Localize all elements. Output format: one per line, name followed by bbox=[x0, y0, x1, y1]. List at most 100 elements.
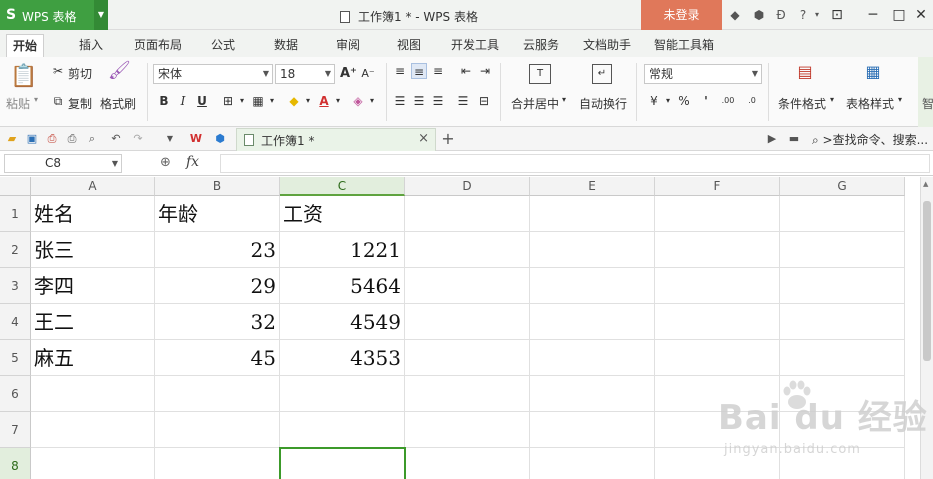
cell-e4[interactable] bbox=[530, 304, 655, 340]
table-style-dropdown-icon[interactable]: ▾ bbox=[898, 95, 902, 104]
currency-dropdown-icon[interactable]: ▾ bbox=[660, 93, 676, 109]
column-header-e[interactable]: E bbox=[530, 177, 655, 196]
copy-icon[interactable]: ⧉ bbox=[50, 93, 66, 109]
cell-d7[interactable] bbox=[405, 412, 530, 448]
cell-d5[interactable] bbox=[405, 340, 530, 376]
cell-e2[interactable] bbox=[530, 232, 655, 268]
new-tab-icon[interactable]: + bbox=[440, 131, 456, 147]
cell-b1[interactable]: 年龄 bbox=[155, 196, 280, 232]
column-header-f[interactable]: F bbox=[655, 177, 780, 196]
clear-format-dropdown-icon[interactable]: ▾ bbox=[364, 93, 380, 109]
number-format-select[interactable]: 常规 ▼ bbox=[644, 64, 762, 84]
save-icon[interactable]: ▣ bbox=[24, 131, 40, 147]
cell-c3[interactable]: 5464 bbox=[280, 268, 405, 304]
column-header-a[interactable]: A bbox=[31, 177, 155, 196]
row-header-7[interactable]: 7 bbox=[0, 412, 31, 448]
cell-a7[interactable] bbox=[31, 412, 155, 448]
cell-g5[interactable] bbox=[780, 340, 905, 376]
align-center-icon[interactable]: ☰ bbox=[411, 93, 427, 109]
cell-g4[interactable] bbox=[780, 304, 905, 340]
cell-b6[interactable] bbox=[155, 376, 280, 412]
decrease-decimal-button[interactable]: .0 bbox=[742, 93, 762, 109]
cell-b2[interactable]: 23 bbox=[155, 232, 280, 268]
column-header-d[interactable]: D bbox=[405, 177, 530, 196]
align-middle-icon[interactable]: ≡ bbox=[411, 63, 427, 79]
cell-c4[interactable]: 4549 bbox=[280, 304, 405, 340]
tab-data[interactable]: 数据 bbox=[268, 34, 304, 57]
cell-a4[interactable]: 王二 bbox=[31, 304, 155, 340]
app-menu-dropdown-icon[interactable]: ▼ bbox=[94, 0, 108, 30]
command-search[interactable]: ⌕ >查找命令、搜索... bbox=[812, 131, 928, 148]
cell-b8[interactable] bbox=[155, 448, 280, 479]
cell-f4[interactable] bbox=[655, 304, 780, 340]
open-folder-icon[interactable]: ▰ bbox=[4, 131, 20, 147]
document-tab[interactable]: 工作簿1 * × bbox=[236, 128, 436, 151]
format-painter-button[interactable]: 格式刷 bbox=[100, 95, 136, 112]
row-header-5[interactable]: 5 bbox=[0, 340, 31, 376]
font-grow-icon[interactable]: A⁺ bbox=[340, 66, 357, 82]
cell-style-dropdown-icon[interactable]: ▾ bbox=[264, 93, 280, 109]
cut-button[interactable]: 剪切 bbox=[68, 65, 92, 82]
tab-doc-assistant[interactable]: 文档助手 bbox=[577, 34, 637, 57]
app-menu-button[interactable]: S WPS 表格 ▼ bbox=[0, 0, 108, 30]
scrollbar-thumb[interactable] bbox=[923, 201, 931, 361]
italic-button[interactable]: I bbox=[175, 93, 191, 109]
increase-decimal-button[interactable]: .00 bbox=[718, 93, 738, 109]
cell-d4[interactable] bbox=[405, 304, 530, 340]
font-color-dropdown-icon[interactable]: ▾ bbox=[330, 93, 346, 109]
cell-e3[interactable] bbox=[530, 268, 655, 304]
video-icon[interactable]: ▶ bbox=[764, 131, 780, 147]
cell-c1[interactable]: 工资 bbox=[280, 196, 405, 232]
redo-icon[interactable]: ↷ bbox=[130, 131, 146, 147]
format-painter-icon[interactable]: 🖌 bbox=[108, 62, 131, 87]
tab-review[interactable]: 审阅 bbox=[330, 34, 366, 57]
row-header-8[interactable]: 8 bbox=[0, 448, 31, 479]
indent-decrease-icon[interactable]: ⇤ bbox=[458, 63, 474, 79]
cell-e5[interactable] bbox=[530, 340, 655, 376]
print-icon[interactable]: ⎙ bbox=[64, 131, 80, 147]
column-header-g[interactable]: G bbox=[780, 177, 905, 196]
cell-b5[interactable]: 45 bbox=[155, 340, 280, 376]
paste-icon[interactable]: 📋 bbox=[10, 63, 37, 91]
zoom-icon[interactable]: ⊕ bbox=[160, 155, 171, 170]
wrap-text-button[interactable]: 自动换行 bbox=[579, 95, 627, 112]
cell-c2[interactable]: 1221 bbox=[280, 232, 405, 268]
font-size-select[interactable]: 18 ▼ bbox=[275, 64, 335, 84]
row-header-6[interactable]: 6 bbox=[0, 376, 31, 412]
cell-d1[interactable] bbox=[405, 196, 530, 232]
conditional-format-dropdown-icon[interactable]: ▾ bbox=[830, 95, 834, 104]
table-style-button[interactable]: 表格样式 bbox=[846, 95, 894, 112]
indent-increase-icon[interactable]: ⇥ bbox=[477, 63, 493, 79]
copy-button[interactable]: 复制 bbox=[68, 95, 92, 112]
function-icon[interactable]: fx bbox=[186, 154, 199, 170]
customize-dropdown-icon[interactable]: ▼ bbox=[162, 131, 178, 147]
scissors-icon[interactable]: ✂ bbox=[50, 63, 66, 79]
cell-e8[interactable] bbox=[530, 448, 655, 479]
login-button[interactable]: 未登录 bbox=[641, 0, 722, 30]
close-icon[interactable]: × bbox=[418, 131, 429, 146]
print-preview-icon[interactable]: ⌕ bbox=[84, 131, 100, 147]
tab-smart-toolbox[interactable]: 智能工具箱 bbox=[648, 34, 720, 57]
cell-g1[interactable] bbox=[780, 196, 905, 232]
font-name-select[interactable]: 宋体 ▼ bbox=[153, 64, 273, 84]
align-right-icon[interactable]: ☰ bbox=[430, 93, 446, 109]
conditional-format-icon[interactable]: ▤ bbox=[794, 64, 816, 86]
panel-icon[interactable]: ▬ bbox=[786, 131, 802, 147]
fill-color-dropdown-icon[interactable]: ▾ bbox=[300, 93, 316, 109]
tab-insert[interactable]: 插入 bbox=[73, 34, 109, 57]
smart-panel[interactable] bbox=[918, 57, 933, 127]
cell-a1[interactable]: 姓名 bbox=[31, 196, 155, 232]
help-dropdown-icon[interactable]: ▾ bbox=[808, 6, 826, 24]
cell-a3[interactable]: 李四 bbox=[31, 268, 155, 304]
export-pdf-icon[interactable]: ⎙ bbox=[44, 131, 60, 147]
fullscreen-button[interactable]: ⊡ bbox=[826, 4, 848, 26]
align-bottom-icon[interactable]: ≡ bbox=[430, 63, 446, 79]
tab-formulas[interactable]: 公式 bbox=[205, 34, 241, 57]
cube-icon[interactable]: ⬢ bbox=[212, 131, 228, 147]
cell-a8[interactable] bbox=[31, 448, 155, 479]
cell-g2[interactable] bbox=[780, 232, 905, 268]
percent-button[interactable]: % bbox=[676, 93, 692, 109]
align-left-icon[interactable]: ☰ bbox=[392, 93, 408, 109]
close-button[interactable]: ✕ bbox=[910, 4, 932, 26]
column-header-c[interactable]: C bbox=[280, 177, 405, 196]
